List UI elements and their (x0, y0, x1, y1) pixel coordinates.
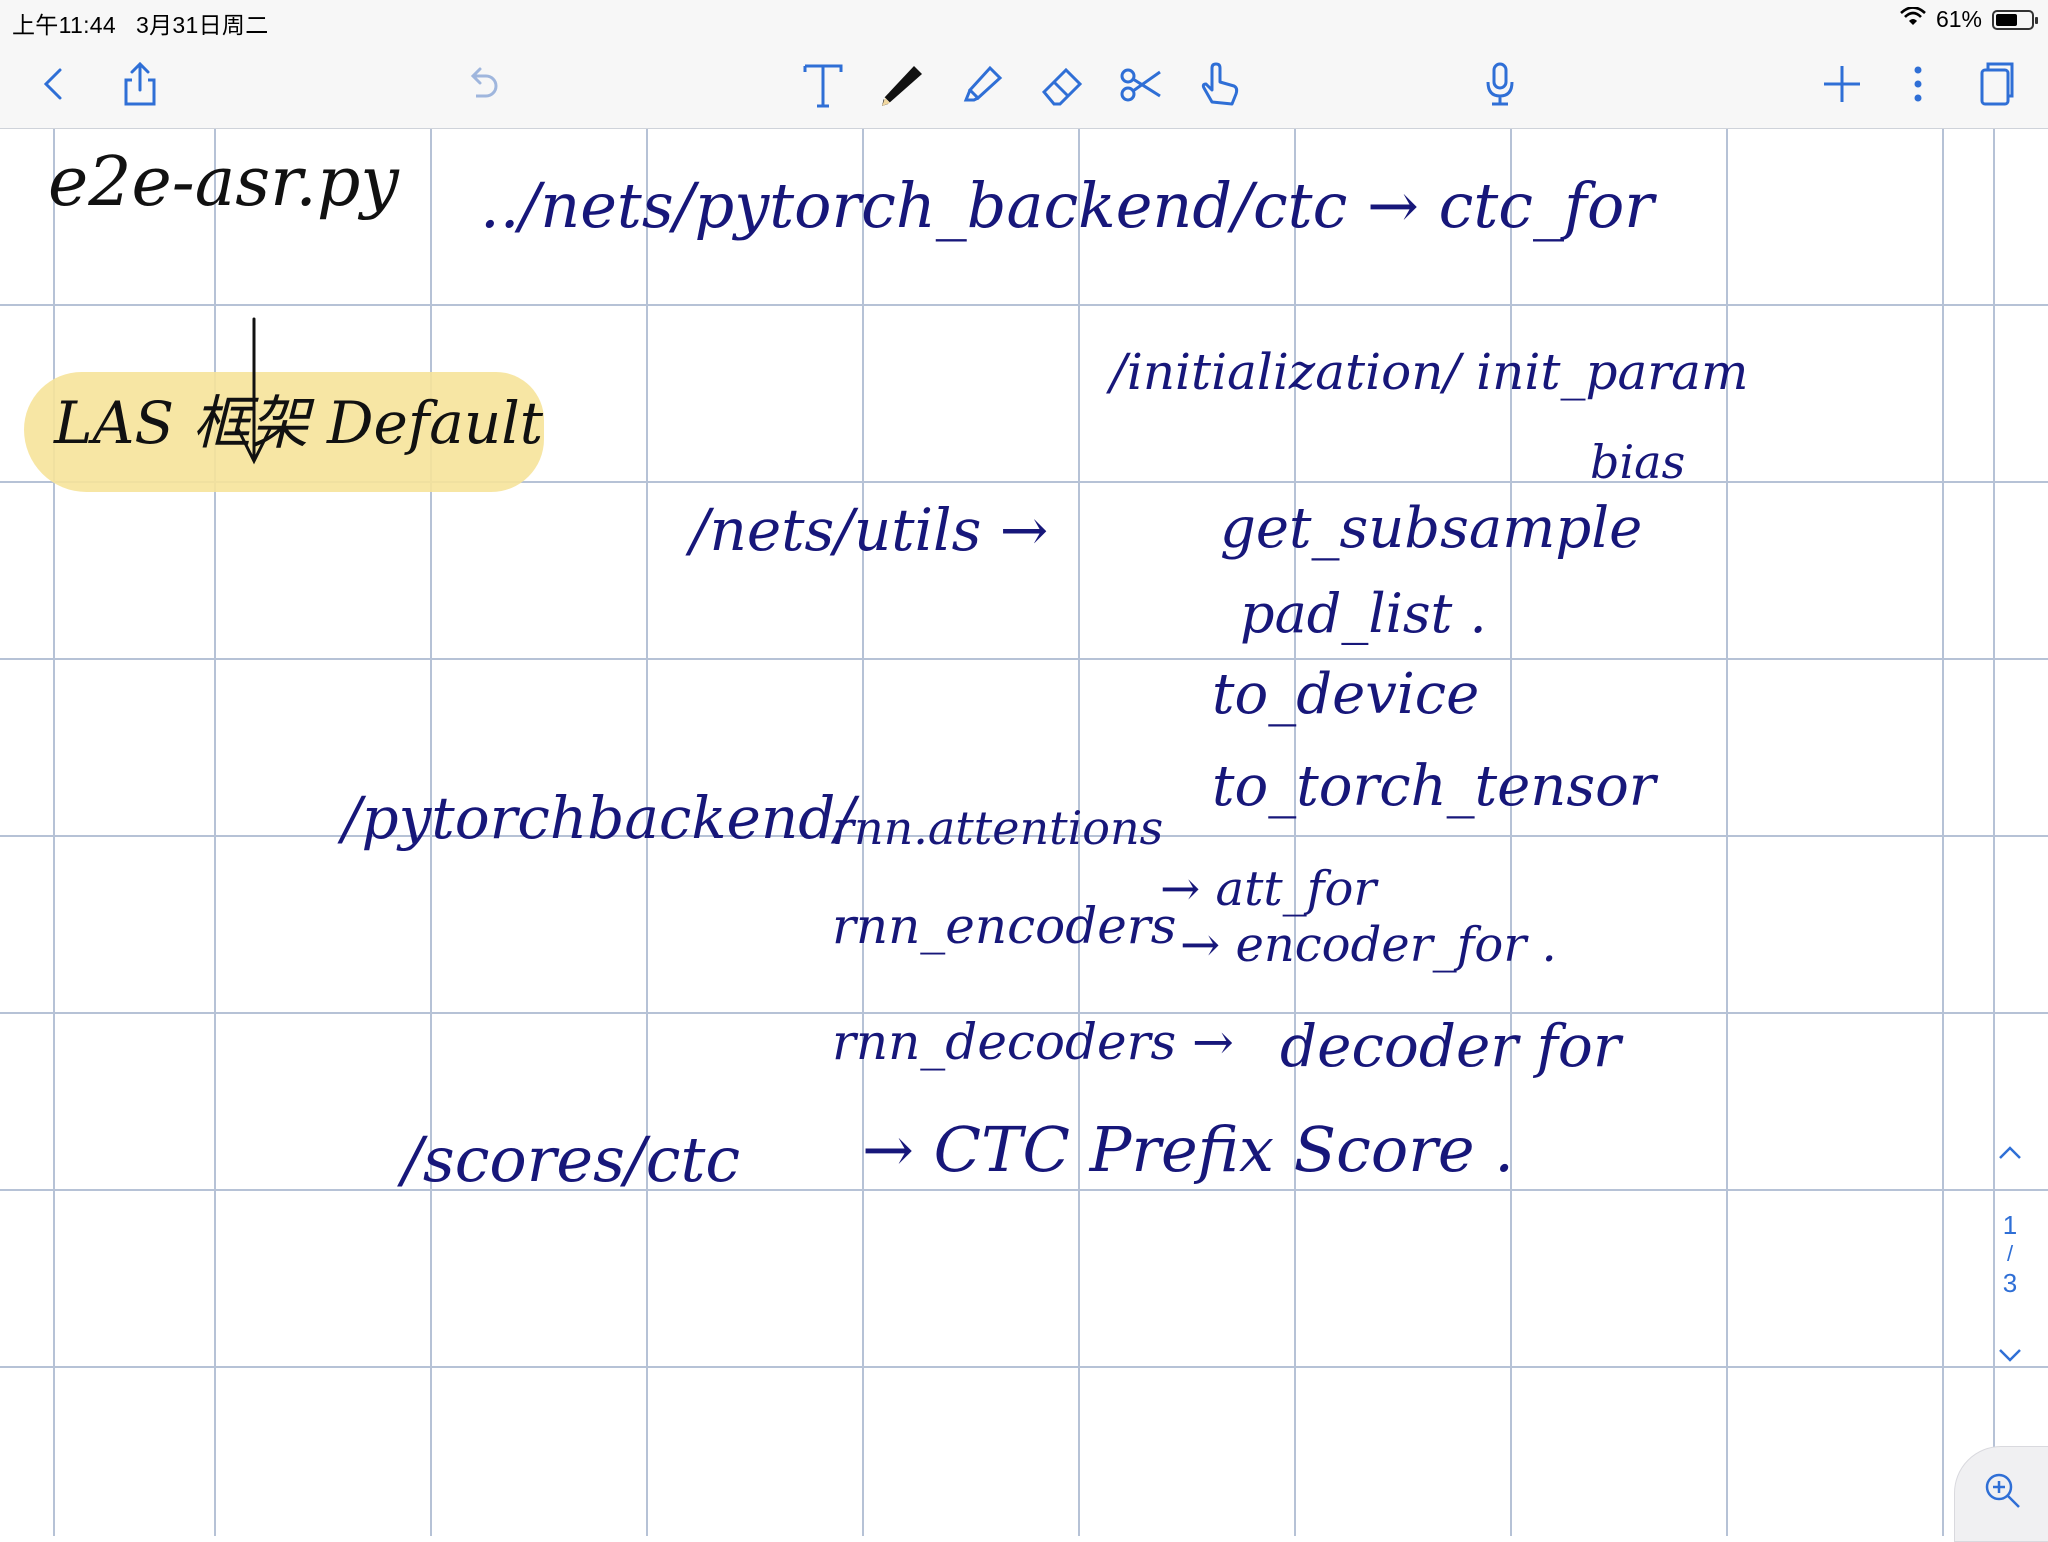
handwriting-line: → att_for (1160, 861, 1377, 917)
chevron-down-icon[interactable] (1995, 1344, 2025, 1368)
share-icon (124, 61, 156, 106)
handwriting-line: e2e-asr.py (48, 143, 399, 222)
handwriting-line: /pytorchbackend/ (342, 784, 855, 852)
handwriting-line: bias (1590, 435, 1686, 489)
add-icon (1824, 66, 1860, 102)
microphone-button[interactable] (1470, 54, 1530, 114)
handwriting-line: /scores/ctc (402, 1123, 741, 1196)
undo-icon (470, 67, 498, 98)
eraser-icon (1041, 67, 1083, 106)
handwriting-line: rnn_decoders → (832, 1013, 1234, 1071)
microphone-icon (1486, 62, 1514, 106)
more-button[interactable] (1888, 54, 1948, 114)
zoom-button[interactable] (1954, 1446, 2048, 1542)
pages-button[interactable] (1966, 54, 2026, 114)
handwriting-line: get_subsample (1220, 496, 1643, 561)
lasso-tool-button[interactable] (1112, 54, 1172, 114)
back-icon (43, 68, 62, 100)
handwriting-line: to_torch_tensor (1212, 754, 1656, 819)
handwriting-line: ../nets/pytorch_backend/ctc → ctc_for (480, 169, 1654, 242)
notebook-page[interactable]: e2e-asr.py ../nets/pytorch_backend/ctc →… (0, 129, 2048, 1536)
handwriting-line: → CTC Prefix Score . (862, 1113, 1514, 1186)
pen-icon (882, 66, 922, 106)
handwriting-line: rnn.attentions (832, 801, 1164, 855)
battery-icon (1992, 9, 2038, 30)
highlighter-icon (963, 65, 1003, 102)
text-tool-button[interactable] (793, 54, 853, 114)
current-page: 1 (2002, 1210, 2018, 1240)
status-time: 上午11:44 (12, 12, 116, 38)
page-separator: / (2006, 1241, 2014, 1266)
wifi-icon (1900, 6, 1926, 33)
highlighter-tool-button[interactable] (952, 54, 1012, 114)
hand-tool-button[interactable] (1190, 54, 1250, 114)
status-right: 61% (1900, 6, 2038, 33)
battery-level (1996, 13, 2017, 26)
eraser-tool-button[interactable] (1032, 54, 1092, 114)
handwriting-line: LAS 框架 Default (54, 389, 544, 457)
handwriting-line: /initialization/ init_param (1110, 343, 1749, 401)
status-bar: 上午11:44 3月31日周二 61% (0, 0, 2048, 40)
hand-icon (1201, 62, 1239, 106)
share-button[interactable] (110, 54, 170, 114)
battery-percent: 61% (1935, 6, 1982, 32)
back-button[interactable] (24, 54, 84, 114)
undo-button[interactable] (452, 54, 512, 114)
handwriting-line: rnn_encoders (832, 897, 1177, 955)
status-datetime: 上午11:44 3月31日周二 (12, 6, 269, 40)
text-tool-icon (803, 64, 843, 108)
add-page-button[interactable] (1812, 54, 1872, 114)
handwriting-line: decoder for (1280, 1012, 1621, 1080)
pages-icon (1980, 62, 2014, 106)
pen-tool-button[interactable] (872, 54, 932, 114)
handwriting-line: pad_list . (1240, 582, 1487, 645)
arrow-down-icon (236, 317, 272, 465)
handwriting-line: /nets/utils → (690, 496, 1049, 564)
total-pages: 3 (2002, 1268, 2018, 1298)
scissors-icon (1120, 68, 1161, 102)
handwriting-line: to_device (1212, 662, 1480, 727)
page-navigator: 1 / 3 (1980, 1140, 2040, 1380)
handwriting-line: → encoder_for . (1180, 917, 1557, 973)
more-icon (1914, 66, 1922, 102)
zoom-in-icon (1985, 1473, 2020, 1508)
chevron-up-icon[interactable] (1995, 1140, 2025, 1164)
status-date: 3月31日周二 (136, 12, 269, 38)
toolbar (0, 40, 2048, 129)
